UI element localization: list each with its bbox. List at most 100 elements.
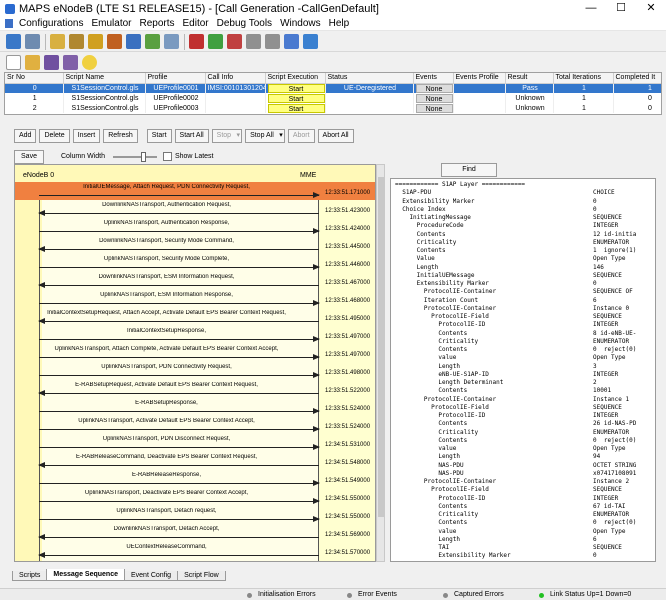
tab-script-flow[interactable]: Script Flow bbox=[177, 571, 226, 581]
new-file-icon[interactable] bbox=[6, 54, 21, 70]
start-exec-button[interactable]: Start bbox=[267, 93, 324, 103]
sequence-message[interactable]: UplinkNASTransport, PDN Connectivity Req… bbox=[15, 362, 375, 380]
col-profile[interactable]: Profile bbox=[145, 73, 206, 84]
edit-icon[interactable] bbox=[50, 34, 65, 49]
sequence-message[interactable]: E-RABSetupRequest, Activate Default EPS … bbox=[15, 380, 375, 398]
decode-field-name: value bbox=[395, 445, 457, 452]
sequence-message[interactable]: UplinkNASTransport, Detach request, 12:34… bbox=[15, 506, 375, 524]
sequence-message[interactable]: UEContextReleaseCommand, 12:34:51.570000 bbox=[15, 542, 375, 560]
network-icon[interactable] bbox=[25, 34, 40, 49]
menu-editor[interactable]: Editor bbox=[181, 18, 215, 29]
col-script-execution[interactable]: Script Execution bbox=[265, 73, 326, 84]
col-completed[interactable]: Completed It bbox=[613, 73, 661, 84]
column-width-slider[interactable] bbox=[112, 151, 157, 162]
tab-scripts[interactable]: Scripts bbox=[12, 571, 48, 581]
stop-button[interactable]: Stop bbox=[211, 129, 243, 143]
add-button[interactable]: Add bbox=[14, 129, 37, 143]
gear-icon[interactable] bbox=[6, 34, 21, 49]
sequence-message[interactable]: InitialContextSetupResponse, 12:33:51.497… bbox=[15, 326, 375, 344]
key-icon[interactable] bbox=[88, 34, 103, 49]
col-script-name[interactable]: Script Name bbox=[63, 73, 146, 84]
start-button[interactable]: Start bbox=[146, 129, 172, 143]
sequence-message[interactable]: UplinkNASTransport, Security Mode Comple… bbox=[15, 254, 375, 272]
sequence-message[interactable]: InitialContextSetupRequest, Attach Accep… bbox=[15, 308, 375, 326]
delete-button[interactable]: Delete bbox=[39, 129, 70, 143]
maximize-button[interactable]: ☐ bbox=[606, 0, 636, 17]
sequence-message[interactable]: UplinkNASTransport, Activate Default EPS… bbox=[15, 416, 375, 434]
decode-field-name: NAS-PDU bbox=[395, 469, 464, 477]
abort-button[interactable]: Abort bbox=[287, 129, 315, 143]
check-icon[interactable] bbox=[145, 34, 160, 49]
sequence-message[interactable]: UplinkNASTransport, Deactivate EPS Beare… bbox=[15, 488, 375, 506]
col-call-info[interactable]: Call Info bbox=[205, 73, 266, 84]
col-sr-no[interactable]: Sr No bbox=[5, 73, 64, 84]
sequence-message[interactable]: DownlinkNASTransport, ESM Information Re… bbox=[15, 272, 375, 290]
status-error-events[interactable]: Error Events bbox=[347, 589, 397, 600]
col-status[interactable]: Status bbox=[325, 73, 414, 84]
sequence-message[interactable]: UplinkNASTransport, ESM Information Resp… bbox=[15, 290, 375, 308]
start-exec-button[interactable]: Start bbox=[267, 83, 324, 93]
sequence-message[interactable]: DownlinkNASTransport, Detach Accept, 12:3… bbox=[15, 524, 375, 542]
table-row[interactable]: 1 S1SessionControl.gls UEProfile0002 Sta… bbox=[5, 93, 661, 103]
sequence-message[interactable]: E-RABSetupResponse, 12:33:51.524000 bbox=[15, 398, 375, 416]
close-button[interactable]: ✕ bbox=[636, 0, 666, 17]
play-icon[interactable] bbox=[208, 34, 223, 49]
sequence-message[interactable]: DownlinkNASTransport, Authentication Req… bbox=[15, 200, 375, 218]
table-row[interactable]: 0 S1SessionControl.gls UEProfile0001 IMS… bbox=[5, 83, 661, 93]
stop-icon[interactable] bbox=[227, 34, 242, 49]
table-row[interactable]: 2 S1SessionControl.gls UEProfile0003 Sta… bbox=[5, 103, 661, 113]
save-as-icon[interactable] bbox=[63, 54, 78, 70]
menu-configurations[interactable]: Configurations bbox=[17, 18, 89, 29]
events-button[interactable]: None bbox=[415, 93, 452, 103]
insert-button[interactable]: Insert bbox=[72, 129, 101, 143]
help-icon[interactable] bbox=[284, 34, 299, 49]
bulb-icon[interactable] bbox=[82, 54, 97, 70]
save-button[interactable]: Save bbox=[14, 149, 44, 164]
menu-reports[interactable]: Reports bbox=[138, 18, 181, 29]
record-icon[interactable] bbox=[189, 34, 204, 49]
scan-icon[interactable] bbox=[164, 34, 179, 49]
menu-emulator[interactable]: Emulator bbox=[89, 18, 137, 29]
events-button[interactable]: None bbox=[415, 83, 452, 93]
open-folder-icon[interactable] bbox=[25, 54, 40, 70]
save-icon[interactable] bbox=[44, 54, 59, 70]
scroll-thumb[interactable] bbox=[378, 177, 384, 517]
abort-all-button[interactable]: Abort All bbox=[317, 129, 354, 143]
sequence-message[interactable]: UplinkNASTransport, Attach Complete, Act… bbox=[15, 344, 375, 362]
col-total-iterations[interactable]: Total Iterations bbox=[553, 73, 614, 84]
tab-event-config[interactable]: Event Config bbox=[124, 571, 179, 581]
message-label: InitialContextSetupRequest, Attach Accep… bbox=[47, 310, 286, 316]
arrow-right-icon bbox=[39, 516, 320, 522]
refresh-button[interactable]: Refresh bbox=[103, 129, 138, 143]
start-all-button[interactable]: Start All bbox=[174, 129, 209, 143]
sequence-message[interactable]: E-RABReleaseCommand, Deactivate EPS Bear… bbox=[15, 452, 375, 470]
plug-icon[interactable] bbox=[246, 34, 261, 49]
col-result[interactable]: Result bbox=[505, 73, 554, 84]
sequence-message[interactable]: InitialUEMessage, Attach Request, PDN Co… bbox=[15, 182, 375, 200]
sequence-scrollbar[interactable] bbox=[376, 164, 385, 562]
show-latest-checkbox[interactable] bbox=[162, 152, 172, 161]
menu-debug-tools[interactable]: Debug Tools bbox=[215, 18, 278, 29]
col-events[interactable]: Events bbox=[413, 73, 454, 84]
col-events-profile[interactable]: Events Profile bbox=[453, 73, 506, 84]
sequence-message[interactable]: UplinkNASTransport, Authentication Respo… bbox=[15, 218, 375, 236]
status-captured-errors[interactable]: Captured Errors bbox=[443, 589, 504, 600]
wave-icon[interactable] bbox=[265, 34, 280, 49]
menu-windows[interactable]: Windows bbox=[278, 18, 327, 29]
menu-help[interactable]: Help bbox=[327, 18, 356, 29]
sequence-message[interactable]: UplinkNASTransport, PDN Disconnect Reque… bbox=[15, 434, 375, 452]
start-exec-button[interactable]: Start bbox=[267, 103, 324, 113]
events-button[interactable]: None bbox=[415, 103, 452, 113]
tab-message-sequence[interactable]: Message Sequence bbox=[46, 569, 125, 581]
package-icon[interactable] bbox=[107, 34, 122, 49]
minimize-button[interactable]: — bbox=[576, 0, 606, 17]
phone-icon[interactable] bbox=[69, 34, 84, 49]
sequence-message[interactable]: E-RABReleaseResponse, 12:34:51.549000 bbox=[15, 470, 375, 488]
book-icon[interactable] bbox=[126, 34, 141, 49]
stop-all-button[interactable]: Stop All bbox=[245, 129, 285, 143]
find-button[interactable]: Find bbox=[441, 163, 497, 177]
refresh-icon[interactable] bbox=[303, 34, 318, 49]
sequence-message[interactable]: DownlinkNASTransport, Security Mode Comm… bbox=[15, 236, 375, 254]
status-init-errors[interactable]: Initialisation Errors bbox=[247, 589, 316, 600]
slider-handle[interactable] bbox=[140, 151, 146, 162]
